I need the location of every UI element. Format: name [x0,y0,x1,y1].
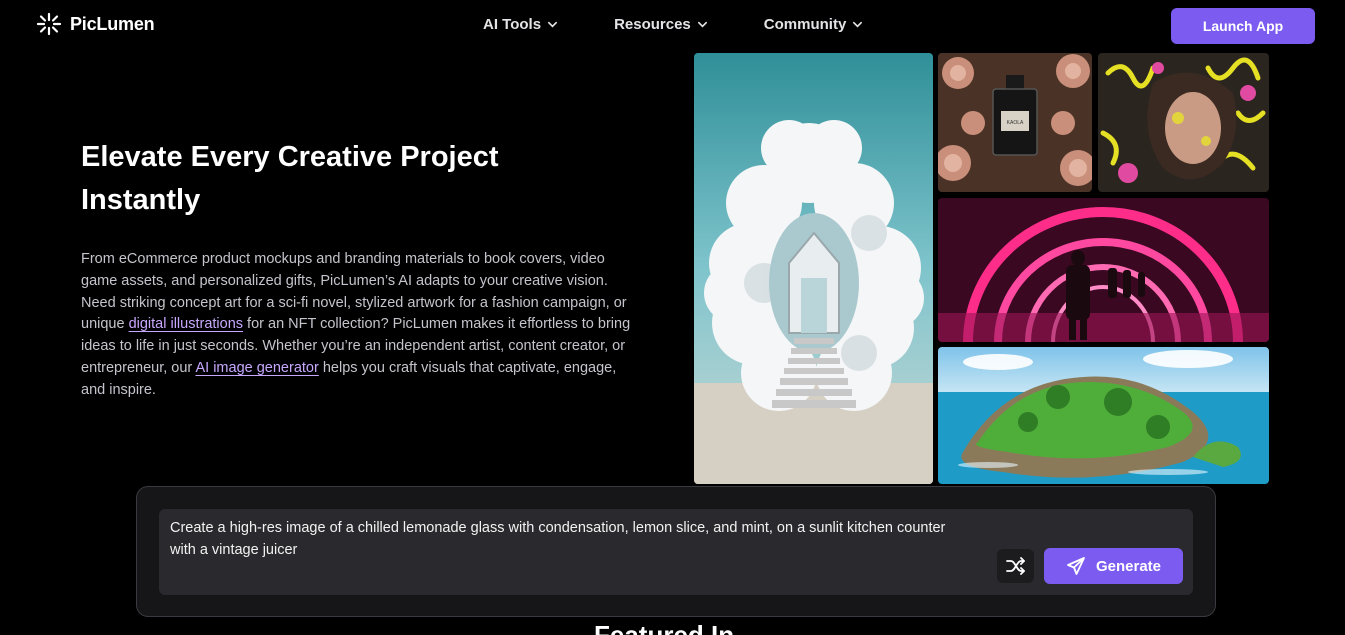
nav-community-label: Community [763,16,847,33]
nav-community[interactable]: Community [764,16,864,33]
nav-resources-label: Resources [614,16,691,33]
generate-button[interactable]: Generate [1044,548,1183,584]
digital-illustrations-link[interactable]: digital illustrations [129,316,243,332]
main-nav: AI Tools Resources Community [483,16,919,33]
prompt-panel: Create a high-res image of a chilled lem… [136,486,1216,617]
nav-resources[interactable]: Resources [614,16,708,33]
neon-tunnel-image [938,198,1269,342]
nav-ai-tools-label: AI Tools [483,16,542,33]
launch-app-button[interactable]: Launch App [1171,8,1315,44]
featured-section-heading: Featured In [594,620,735,635]
ai-image-generator-link[interactable]: AI image generator [195,360,318,376]
chevron-down-icon [853,21,863,28]
prompt-text[interactable]: Create a high-res image of a chilled lem… [170,517,970,561]
brand-logo[interactable]: PicLumen [36,12,155,36]
brand-name: PicLumen [70,13,155,34]
bottle-label: KAOLA [1007,120,1024,126]
hero-description: From eCommerce product mockups and brand… [81,249,641,402]
chevron-down-icon [548,21,558,28]
tropical-island-image [938,347,1269,484]
send-icon [1067,557,1085,575]
generate-label: Generate [1095,557,1162,575]
sparkle-logo-icon [36,12,62,36]
graffiti-portrait-image [1098,53,1269,192]
chevron-down-icon [697,21,707,28]
nav-ai-tools[interactable]: AI Tools [483,16,558,33]
cloud-portal-image [694,53,933,484]
shuffle-icon [1005,557,1025,575]
prompt-input[interactable]: Create a high-res image of a chilled lem… [159,509,1193,595]
hero-title: Elevate Every Creative Project Instantly [81,141,499,216]
perfume-roses-image: KAOLA [938,53,1092,192]
shuffle-prompt-button[interactable] [997,549,1034,583]
